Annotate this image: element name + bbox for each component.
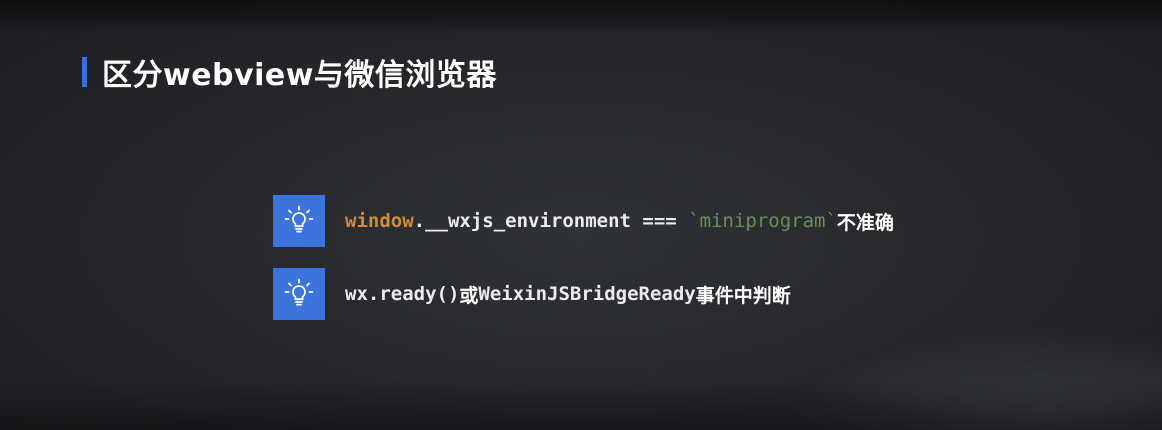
item-note: 事件中判断	[695, 284, 791, 307]
bottom-shadow	[0, 380, 1162, 430]
item-note: 不准确	[836, 211, 894, 234]
title-accent-bar	[82, 57, 87, 87]
code-property: .__wxjs_environment ===	[413, 210, 689, 232]
code-snippet: window.__wxjs_environment === `miniprogr…	[345, 210, 837, 232]
list-item: window.__wxjs_environment === `miniprogr…	[273, 195, 894, 247]
code-keyword: window	[345, 210, 414, 232]
code-call: wx.ready()	[345, 283, 460, 305]
slide-title: 区分webview与微信浏览器	[82, 52, 497, 93]
page-title: 区分webview与微信浏览器	[102, 58, 497, 93]
code-event: WeixinJSBridgeReady	[478, 283, 696, 305]
lightbulb-glyph	[284, 205, 314, 233]
code-string: `miniprogram`	[688, 210, 837, 232]
top-shadow	[0, 0, 1162, 34]
lightbulb-icon	[273, 195, 325, 247]
lightbulb-glyph	[284, 278, 314, 306]
conjunction-text: 或	[459, 284, 479, 307]
list-item: wx.ready() 或 WeixinJSBridgeReady 事件中判断	[273, 268, 791, 320]
lightbulb-icon	[273, 268, 325, 320]
